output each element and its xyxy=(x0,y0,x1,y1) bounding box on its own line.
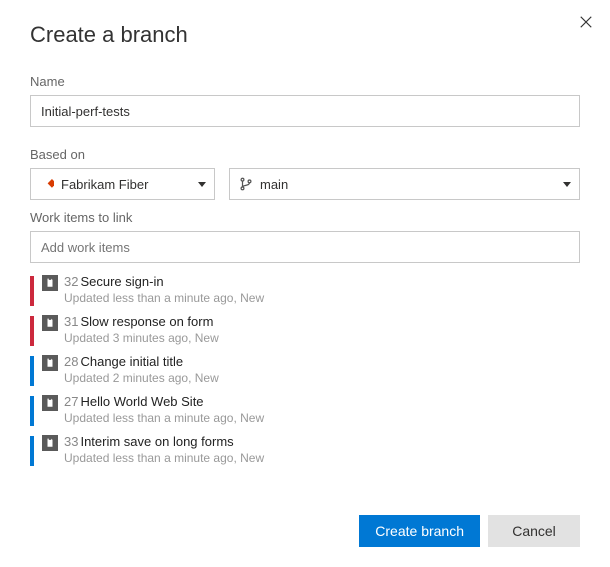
create-branch-button[interactable]: Create branch xyxy=(359,515,480,547)
work-item-type-icon xyxy=(42,355,58,371)
repo-name: Fabrikam Fiber xyxy=(61,177,198,192)
dialog-title: Create a branch xyxy=(30,22,580,48)
work-item[interactable]: 32Secure sign-inUpdated less than a minu… xyxy=(30,271,580,311)
work-item-type-icon xyxy=(42,275,58,291)
repo-icon xyxy=(39,176,55,192)
work-item-body: 27Hello World Web SiteUpdated less than … xyxy=(64,394,580,426)
work-item-title: Hello World Web Site xyxy=(80,394,203,409)
work-item-id: 33 xyxy=(64,434,78,449)
work-item-type-icon xyxy=(42,395,58,411)
work-items-input[interactable] xyxy=(30,231,580,263)
work-item-body: 33Interim save on long formsUpdated less… xyxy=(64,434,580,466)
chevron-down-icon xyxy=(563,182,571,187)
work-item-meta: Updated less than a minute ago, New xyxy=(64,410,580,426)
work-item[interactable]: 33Interim save on long formsUpdated less… xyxy=(30,431,580,471)
work-item-type-icon xyxy=(42,435,58,451)
create-branch-dialog: Create a branch Name Based on Fabrikam F… xyxy=(0,0,610,493)
work-item-title: Interim save on long forms xyxy=(80,434,233,449)
branch-icon xyxy=(238,176,254,192)
based-on-label: Based on xyxy=(30,147,580,162)
work-item-type-icon xyxy=(42,315,58,331)
work-item[interactable]: 31Slow response on formUpdated 3 minutes… xyxy=(30,311,580,351)
cancel-button[interactable]: Cancel xyxy=(488,515,580,547)
work-item[interactable]: 27Hello World Web SiteUpdated less than … xyxy=(30,391,580,431)
work-item-title: Change initial title xyxy=(80,354,183,369)
color-bar xyxy=(30,356,34,386)
color-bar xyxy=(30,396,34,426)
work-item-meta: Updated less than a minute ago, New xyxy=(64,290,580,306)
color-bar xyxy=(30,436,34,466)
branch-name: main xyxy=(260,177,563,192)
branch-dropdown[interactable]: main xyxy=(229,168,580,200)
work-items-label: Work items to link xyxy=(30,210,580,225)
work-item-id: 27 xyxy=(64,394,78,409)
work-item-title: Slow response on form xyxy=(80,314,213,329)
close-button[interactable] xyxy=(576,12,596,32)
work-item-id: 32 xyxy=(64,274,78,289)
work-item-body: 28Change initial titleUpdated 2 minutes … xyxy=(64,354,580,386)
repo-dropdown[interactable]: Fabrikam Fiber xyxy=(30,168,215,200)
chevron-down-icon xyxy=(198,182,206,187)
color-bar xyxy=(30,276,34,306)
work-item-title: Secure sign-in xyxy=(80,274,163,289)
work-item-meta: Updated 2 minutes ago, New xyxy=(64,370,580,386)
work-item-id: 31 xyxy=(64,314,78,329)
work-item-meta: Updated less than a minute ago, New xyxy=(64,450,580,466)
work-item-id: 28 xyxy=(64,354,78,369)
work-item-meta: Updated 3 minutes ago, New xyxy=(64,330,580,346)
work-items-list: 32Secure sign-inUpdated less than a minu… xyxy=(30,271,580,471)
work-item-body: 31Slow response on formUpdated 3 minutes… xyxy=(64,314,580,346)
close-icon xyxy=(579,15,593,29)
work-item[interactable]: 28Change initial titleUpdated 2 minutes … xyxy=(30,351,580,391)
dialog-footer: Create branch Cancel xyxy=(359,515,580,547)
color-bar xyxy=(30,316,34,346)
name-label: Name xyxy=(30,74,580,89)
work-item-body: 32Secure sign-inUpdated less than a minu… xyxy=(64,274,580,306)
branch-name-input[interactable] xyxy=(30,95,580,127)
